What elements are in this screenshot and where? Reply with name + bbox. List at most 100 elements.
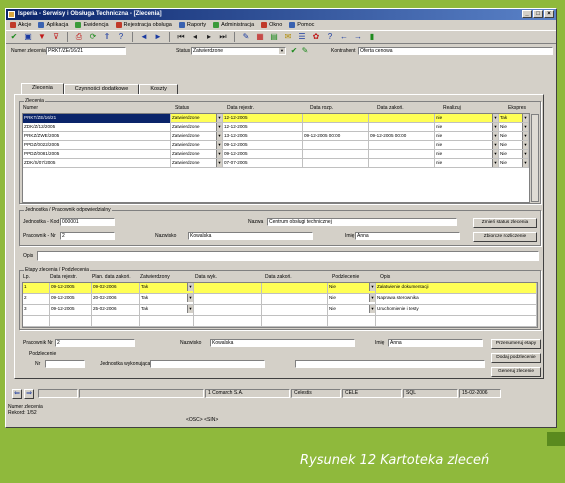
table-cell[interactable]: 09-12-2005 00:00 (369, 132, 435, 141)
table-cell[interactable] (194, 316, 262, 326)
arrow-left-icon[interactable]: ← (339, 32, 349, 42)
table-cell[interactable] (262, 294, 328, 304)
tab-zlecenia[interactable]: Zlecenia (21, 83, 64, 94)
surname-field[interactable]: Kowalska (188, 232, 313, 240)
up-icon[interactable]: ⇑ (102, 32, 112, 42)
firstname-field[interactable]: Anna (355, 232, 460, 240)
table-cell[interactable]: 20-02-2006 (92, 294, 140, 304)
mail-icon[interactable]: ☰ (297, 32, 307, 42)
unit-name-field[interactable]: Centrum obsługi technicznej (267, 218, 457, 226)
employee-no-field[interactable]: 2 (60, 232, 115, 240)
refresh-icon[interactable]: ⟳ (88, 32, 98, 42)
table-cell[interactable]: Tak ▼ (140, 294, 194, 304)
table-cell[interactable]: 09-12-2005 (223, 141, 303, 150)
sub-nr-field[interactable] (45, 360, 85, 368)
table-cell[interactable] (369, 114, 435, 123)
table-cell[interactable] (303, 141, 369, 150)
table-cell[interactable] (369, 141, 435, 150)
menu-administracja[interactable]: Administracja (213, 22, 254, 28)
check-icon[interactable]: ✔ (9, 32, 19, 42)
table-cell[interactable]: nie ▼ (435, 150, 499, 159)
table-cell[interactable] (369, 123, 435, 132)
chevron-down-icon[interactable]: ▼ (216, 159, 222, 167)
table-cell[interactable]: PRKZ/ZWE/2005 (23, 132, 171, 141)
table-cell[interactable]: 13-12-2005 (223, 132, 303, 141)
table-row[interactable]: PRKT/ZE/16/21 Zatwierdzone ▼ 12-12-2005 nie ▼… (23, 114, 529, 123)
table-row[interactable]: PPDZ/0022/2005 Zatwierdzone ▼ 09-12-2005 nie… (23, 141, 529, 150)
table-row[interactable]: ZDK/S/07/2005 Zatwierdzone ▼ 07-07-2005 nie ▼… (23, 159, 529, 168)
table-cell[interactable]: 09-12-2005 (50, 283, 92, 293)
maximize-button[interactable]: □ (533, 10, 543, 18)
table-cell[interactable] (328, 316, 376, 326)
table-cell[interactable]: Nie ▼ (499, 132, 529, 141)
table-row[interactable]: PPDZ/0081/2005 Zatwierdzone ▼ 09-12-2005 nie… (23, 150, 529, 159)
arrow-right-icon[interactable]: → (353, 32, 363, 42)
unit-code-field[interactable]: 000001 (60, 218, 115, 226)
chevron-down-icon[interactable]: ▼ (492, 150, 498, 158)
table-cell[interactable]: 12-12-2005 (223, 123, 303, 132)
menu-okno[interactable]: Okno (261, 22, 282, 28)
save-icon[interactable]: ▣ (23, 32, 33, 42)
table-cell[interactable]: 09-12-2005 (223, 150, 303, 159)
tools-icon[interactable]: ✎ (241, 32, 251, 42)
settings-icon[interactable]: ✿ (311, 32, 321, 42)
bottom-employee-field[interactable]: 2 (55, 339, 135, 347)
table-row[interactable]: 1 09-12-2005 09-02-2006 Tak ▼ Nie ▼ Załatwienie… (23, 283, 537, 294)
table-cell[interactable] (194, 283, 262, 293)
chevron-down-icon[interactable]: ▼ (187, 283, 193, 291)
menu-ewidencja[interactable]: Ewidencja (75, 22, 109, 28)
menu-akcje[interactable]: Akcje (10, 22, 31, 28)
table-row[interactable]: PRKZ/ZWE/2005 Zatwierdzone ▼ 13-12-2005 09-1… (23, 132, 529, 141)
change-status-button[interactable]: Zmień status zlecenia (473, 218, 537, 228)
summary-button[interactable]: Zbiorcze rozliczenie (473, 232, 537, 242)
table-cell[interactable]: Nie ▼ (328, 294, 376, 304)
chevron-down-icon[interactable]: ▼ (369, 294, 375, 302)
table-cell[interactable]: Tak ▼ (140, 283, 194, 293)
table-cell[interactable]: Nie ▼ (328, 305, 376, 315)
status-select[interactable]: Zatwierdzone ▼ (191, 47, 286, 55)
table-cell[interactable] (194, 294, 262, 304)
table-cell[interactable]: Nie ▼ (499, 141, 529, 150)
table-cell[interactable] (92, 316, 140, 326)
table-cell[interactable]: Zatwierdzone ▼ (171, 141, 223, 150)
table-cell[interactable]: Zatwierdzone ▼ (171, 150, 223, 159)
tab-koszty[interactable]: Koszty (139, 84, 178, 94)
table-cell[interactable]: Zatwierdzone ▼ (171, 132, 223, 141)
table-cell[interactable] (262, 283, 328, 293)
table-cell[interactable]: Zatwierdzone ▼ (171, 159, 223, 168)
table-cell[interactable]: 1 (23, 283, 50, 293)
table-cell[interactable] (262, 316, 328, 326)
table-cell[interactable]: ZDK/Z/12/2005 (23, 123, 171, 132)
table-cell[interactable] (262, 305, 328, 315)
table-cell[interactable] (303, 150, 369, 159)
bottom-firstname-field[interactable]: Anna (388, 339, 483, 347)
chevron-down-icon[interactable]: ▼ (522, 150, 528, 158)
question-icon[interactable]: ? (325, 32, 335, 42)
bottom-surname-field[interactable]: Kowalska (210, 339, 355, 347)
table-cell[interactable]: 09-12-2005 00:00 (303, 132, 369, 141)
add-subtask-button[interactable]: Dodaj podzlecenie (491, 353, 541, 363)
chevron-down-icon[interactable]: ▼ (492, 123, 498, 131)
table-cell[interactable]: 07-07-2005 (223, 159, 303, 168)
exec-unit-field[interactable] (150, 360, 265, 368)
chevron-down-icon[interactable]: ▼ (216, 123, 222, 131)
table-cell[interactable] (303, 123, 369, 132)
table-cell[interactable] (369, 159, 435, 168)
menu-aplikacja[interactable]: Aplikacja (38, 22, 68, 28)
chevron-down-icon[interactable]: ▼ (522, 132, 528, 140)
client-field[interactable]: Oferta cenowa (358, 47, 553, 55)
notes-icon[interactable]: ✉ (283, 32, 293, 42)
orders-scrollbar[interactable] (531, 114, 539, 202)
chevron-down-icon[interactable]: ▼ (187, 305, 193, 313)
last-icon[interactable]: ⏭ (218, 32, 228, 42)
table-cell[interactable]: 3 (23, 305, 50, 315)
table-row[interactable]: ZDK/Z/12/2005 Zatwierdzone ▼ 12-12-2005 nie ▼… (23, 123, 529, 132)
table-cell[interactable]: Załatwienie dokumentacji (376, 283, 537, 293)
calendar-icon[interactable]: ▦ (255, 32, 265, 42)
table-cell[interactable]: nie ▼ (435, 159, 499, 168)
chevron-down-icon[interactable]: ▼ (216, 132, 222, 140)
chevron-down-icon[interactable]: ▼ (187, 294, 193, 302)
table-cell[interactable]: 12-12-2005 (223, 114, 303, 123)
table-row[interactable]: 3 09-12-2005 25-02-2006 Tak ▼ Nie ▼ Uruchomieni… (23, 305, 537, 316)
table-cell[interactable] (140, 316, 194, 326)
